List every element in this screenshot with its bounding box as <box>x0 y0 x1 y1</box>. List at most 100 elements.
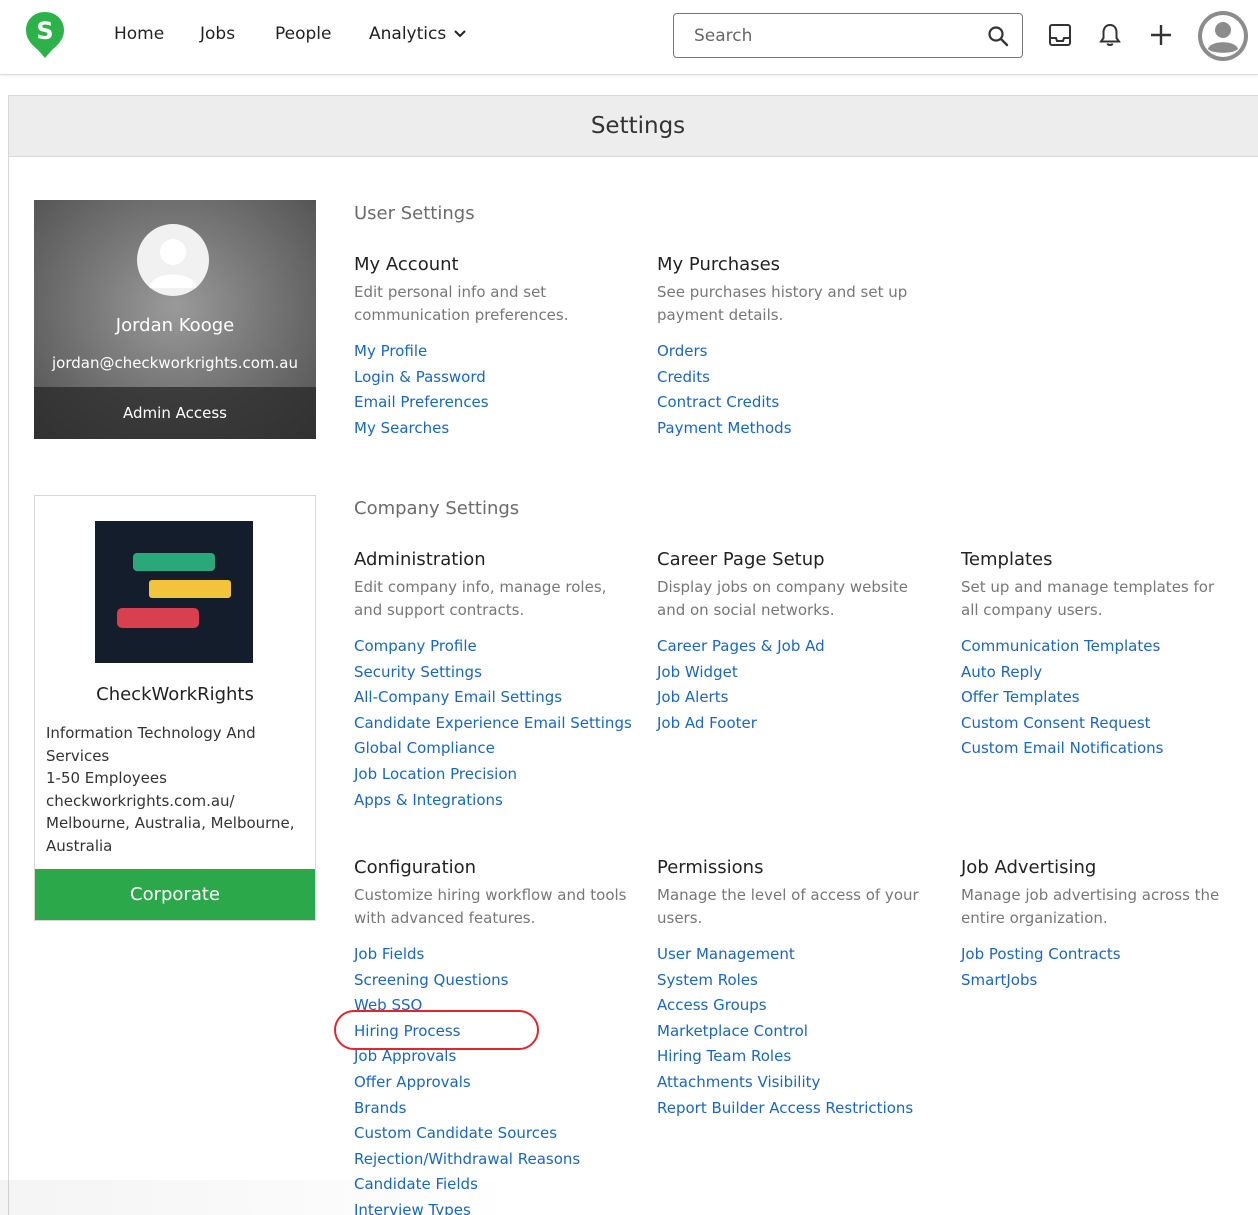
link-my-searches[interactable]: My Searches <box>354 419 449 437</box>
settings-link-item: Login & Password <box>354 365 634 391</box>
link-job-alerts[interactable]: Job Alerts <box>657 688 728 706</box>
settings-link-item: Company Profile <box>354 634 634 660</box>
settings-link-item: Credits <box>657 365 937 391</box>
link-auto-reply[interactable]: Auto Reply <box>961 663 1042 681</box>
settings-link-item: Auto Reply <box>961 660 1231 686</box>
configuration-links: Job Fields Screening Questions Web SSO Hiri… <box>354 942 634 1215</box>
inbox-icon[interactable] <box>1047 22 1073 48</box>
company-info: Information Technology And Services 1-50… <box>46 722 308 858</box>
settings-link-item: Report Builder Access Restrictions <box>657 1096 937 1122</box>
link-career-pages-job-ad[interactable]: Career Pages & Job Ad <box>657 637 825 655</box>
company-card: CheckWorkRights Information Technology A… <box>34 495 316 921</box>
person-icon <box>149 239 197 288</box>
settings-link-item: Communication Templates <box>961 634 1231 660</box>
page-title: Settings <box>9 96 1258 157</box>
templates-title: Templates <box>961 549 1053 570</box>
settings-link-item: Contract Credits <box>657 390 937 416</box>
settings-link-item: Brands <box>354 1096 634 1122</box>
link-brands[interactable]: Brands <box>354 1099 407 1117</box>
settings-link-item: Access Groups <box>657 993 937 1019</box>
settings-link-item: Payment Methods <box>657 416 937 442</box>
configuration-desc: Customize hiring workflow and tools with… <box>354 886 627 927</box>
settings-link-item: Custom Email Notifications <box>961 736 1231 762</box>
search-icon[interactable] <box>987 25 1009 47</box>
link-credits[interactable]: Credits <box>657 368 710 386</box>
link-job-location-precision[interactable]: Job Location Precision <box>354 765 517 783</box>
settings-link-item: Career Pages & Job Ad <box>657 634 937 660</box>
bottom-shadow <box>0 1180 520 1215</box>
settings-link-item: All-Company Email Settings <box>354 685 634 711</box>
link-company-profile[interactable]: Company Profile <box>354 637 477 655</box>
link-login-password[interactable]: Login & Password <box>354 368 486 386</box>
link-job-posting-contracts[interactable]: Job Posting Contracts <box>961 945 1121 963</box>
link-job-approvals[interactable]: Job Approvals <box>354 1047 456 1065</box>
company-website: checkworkrights.com.au/ <box>46 791 235 810</box>
nav-home[interactable]: Home <box>114 24 164 44</box>
link-user-management[interactable]: User Management <box>657 945 795 963</box>
link-custom-email-notifications[interactable]: Custom Email Notifications <box>961 739 1164 757</box>
link-email-preferences[interactable]: Email Preferences <box>354 393 489 411</box>
bell-icon[interactable] <box>1097 22 1123 48</box>
link-communication-templates[interactable]: Communication Templates <box>961 637 1160 655</box>
company-size: 1-50 Employees <box>46 769 167 788</box>
nav-jobs[interactable]: Jobs <box>200 24 235 44</box>
link-marketplace-control[interactable]: Marketplace Control <box>657 1022 808 1040</box>
link-hiring-team-roles[interactable]: Hiring Team Roles <box>657 1047 791 1065</box>
link-orders[interactable]: Orders <box>657 342 707 360</box>
link-web-sso[interactable]: Web SSO <box>354 996 422 1014</box>
link-rejection-withdrawal-reasons[interactable]: Rejection/Withdrawal Reasons <box>354 1150 580 1168</box>
company-logo <box>95 521 253 663</box>
permissions-title: Permissions <box>657 857 764 878</box>
career-page-links: Career Pages & Job Ad Job Widget Job Alert… <box>657 634 937 736</box>
link-custom-candidate-sources[interactable]: Custom Candidate Sources <box>354 1124 557 1142</box>
settings-link-item: Job Alerts <box>657 685 937 711</box>
my-purchases-links: Orders Credits Contract Credits Payment Met… <box>657 339 937 441</box>
settings-link-item: Custom Candidate Sources <box>354 1121 634 1147</box>
link-report-builder-access-restrictions[interactable]: Report Builder Access Restrictions <box>657 1099 913 1117</box>
search-box <box>673 13 1023 58</box>
administration-group: Administration Edit company info, manage… <box>354 549 634 813</box>
link-hiring-process[interactable]: Hiring Process <box>354 1022 460 1040</box>
career-page-group: Career Page Setup Display jobs on compan… <box>657 549 937 736</box>
settings-link-item: Job Approvals <box>354 1044 634 1070</box>
link-my-profile[interactable]: My Profile <box>354 342 427 360</box>
link-access-groups[interactable]: Access Groups <box>657 996 767 1014</box>
permissions-group: Permissions Manage the level of access o… <box>657 857 937 1121</box>
link-job-fields[interactable]: Job Fields <box>354 945 424 963</box>
company-location: Melbourne, Australia, Melbourne, Austral… <box>46 814 295 855</box>
link-offer-approvals[interactable]: Offer Approvals <box>354 1073 471 1091</box>
user-card: Jordan Kooge jordan@checkworkrights.com.… <box>34 200 316 439</box>
link-candidate-experience-email-settings[interactable]: Candidate Experience Email Settings <box>354 714 632 732</box>
settings-link-item: SmartJobs <box>961 968 1231 994</box>
templates-group: Templates Set up and manage templates fo… <box>961 549 1231 762</box>
company-name: CheckWorkRights <box>96 684 254 705</box>
settings-link-item: Marketplace Control <box>657 1019 937 1045</box>
link-system-roles[interactable]: System Roles <box>657 971 758 989</box>
link-job-widget[interactable]: Job Widget <box>657 663 738 681</box>
link-attachments-visibility[interactable]: Attachments Visibility <box>657 1073 820 1091</box>
settings-link-item: My Profile <box>354 339 634 365</box>
search-input[interactable] <box>674 14 974 57</box>
user-avatar-icon[interactable] <box>1197 10 1249 62</box>
nav-analytics-label: Analytics <box>369 24 447 44</box>
configuration-group: Configuration Customize hiring workflow … <box>354 857 634 1215</box>
link-contract-credits[interactable]: Contract Credits <box>657 393 779 411</box>
link-offer-templates[interactable]: Offer Templates <box>961 688 1080 706</box>
link-apps-integrations[interactable]: Apps & Integrations <box>354 791 503 809</box>
link-job-ad-footer[interactable]: Job Ad Footer <box>657 714 757 732</box>
link-screening-questions[interactable]: Screening Questions <box>354 971 508 989</box>
settings-link-item: Hiring Team Roles <box>657 1044 937 1070</box>
link-payment-methods[interactable]: Payment Methods <box>657 419 792 437</box>
smartrecruiters-logo-icon[interactable]: S <box>24 10 66 60</box>
nav-analytics[interactable]: Analytics <box>369 24 466 44</box>
settings-link-item: Job Widget <box>657 660 937 686</box>
plus-icon[interactable] <box>1148 22 1174 48</box>
link-smartjobs[interactable]: SmartJobs <box>961 971 1037 989</box>
link-global-compliance[interactable]: Global Compliance <box>354 739 495 757</box>
settings-link-item: Apps & Integrations <box>354 788 634 814</box>
nav-people[interactable]: People <box>275 24 331 44</box>
link-all-company-email-settings[interactable]: All-Company Email Settings <box>354 688 562 706</box>
link-custom-consent-request[interactable]: Custom Consent Request <box>961 714 1151 732</box>
my-purchases-desc: See purchases history and set up payment… <box>657 283 908 324</box>
link-security-settings[interactable]: Security Settings <box>354 663 482 681</box>
